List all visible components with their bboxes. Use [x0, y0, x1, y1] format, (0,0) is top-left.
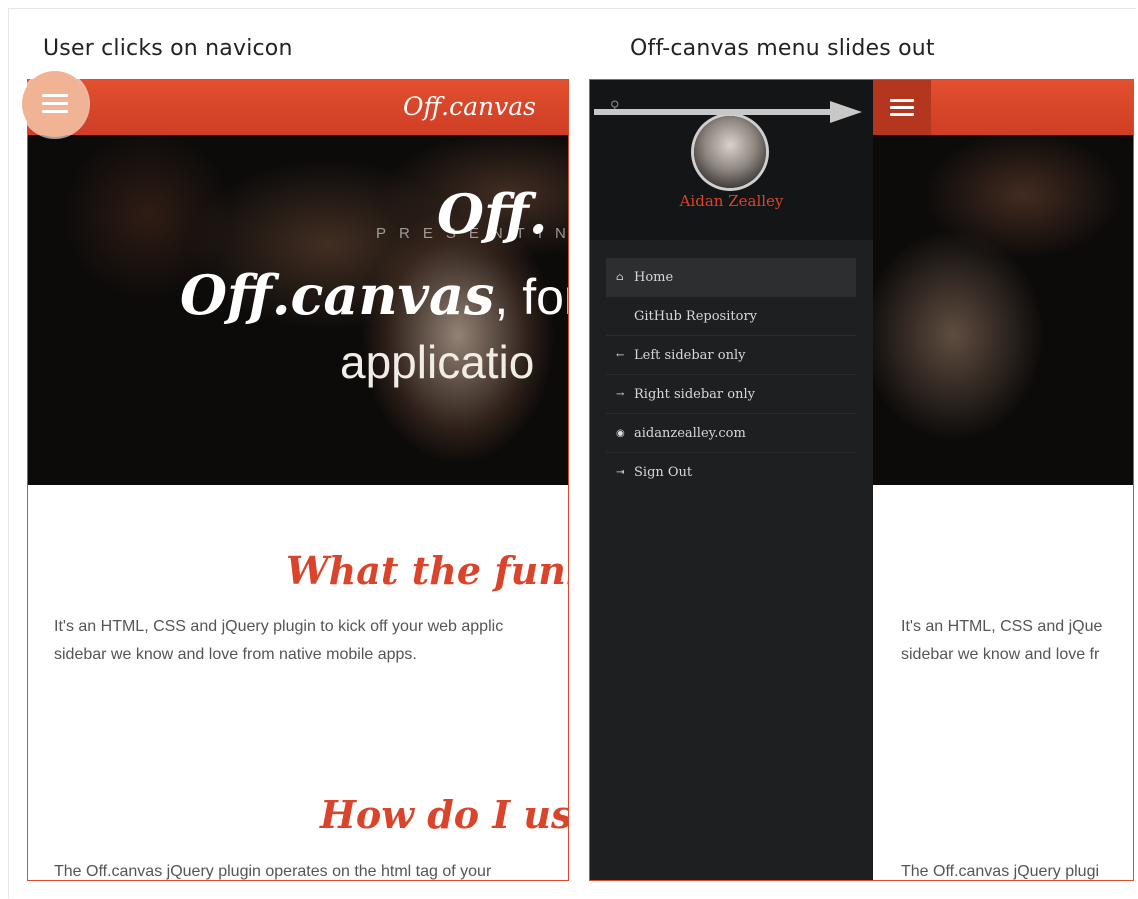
menu-item-left-sidebar[interactable]: ← Left sidebar only: [606, 336, 856, 375]
menu-item-right-sidebar[interactable]: → Right sidebar only: [606, 375, 856, 414]
menu-item-label: aidanzealley.com: [634, 425, 746, 441]
section-text-line: The Off.canvas jQuery plugin operates on…: [54, 863, 492, 880]
navicon-button[interactable]: [873, 80, 931, 135]
avatar: [694, 116, 766, 188]
hero-title-rest: , for y: [494, 269, 568, 325]
section-title-how: How do I use it: [320, 792, 568, 837]
home-icon: ⌂: [616, 271, 624, 283]
slide-arrow-icon: [594, 101, 862, 123]
section-text-line: sidebar we know and love from native mob…: [54, 646, 417, 663]
user-name: Aidan Zealley: [679, 192, 784, 210]
menu-item-home[interactable]: ⌂ Home: [606, 258, 856, 297]
top-bar: Off.canvas: [28, 80, 568, 135]
hero-subtitle: applicatio: [340, 336, 535, 388]
menu-item-label: Home: [634, 269, 674, 285]
off-canvas-drawer: ⚲ Aidan Zealley ⌂ Home GitHub Repository…: [590, 80, 873, 880]
section-text-line: sidebar we know and love fr: [901, 646, 1100, 663]
hero-banner: [873, 135, 1133, 485]
right-phone-screen: ⚲ Aidan Zealley ⌂ Home GitHub Repository…: [589, 79, 1134, 881]
menu-item-label: Left sidebar only: [634, 347, 746, 363]
hero-title: Off.canvas, for y: [180, 263, 568, 327]
globe-icon: ◉: [616, 427, 625, 439]
arrow-right-icon: →: [616, 388, 625, 400]
menu-item-label: GitHub Repository: [634, 308, 757, 324]
menu-item-github[interactable]: GitHub Repository: [606, 297, 856, 336]
section-text-line: It's an HTML, CSS and jQue: [901, 618, 1103, 635]
menu-item-label: Sign Out: [634, 465, 693, 480]
hamburger-icon: [42, 94, 68, 113]
sign-out-icon: ⇥: [616, 467, 625, 478]
arrow-left-icon: ←: [616, 349, 625, 361]
caption-left: User clicks on navicon: [43, 36, 293, 61]
navicon-button[interactable]: [22, 71, 88, 137]
menu-item-website[interactable]: ◉ aidanzealley.com: [606, 414, 856, 453]
hamburger-icon: [890, 99, 914, 116]
hero-title-script: Off.: [437, 182, 548, 246]
hero-title-script: Off.canvas: [180, 263, 495, 327]
section-text-line: It's an HTML, CSS and jQuery plugin to k…: [54, 618, 504, 635]
drawer-menu: ⌂ Home GitHub Repository ← Left sidebar …: [606, 258, 856, 492]
menu-item-label: Right sidebar only: [634, 386, 755, 402]
section-title-what: What the funk is: [286, 548, 568, 593]
brand-logo[interactable]: Off.canvas: [403, 92, 536, 121]
section-text-line: The Off.canvas jQuery plugi: [901, 863, 1100, 880]
caption-right: Off-canvas menu slides out: [630, 36, 935, 61]
menu-item-sign-out[interactable]: ⇥ Sign Out: [606, 453, 856, 492]
